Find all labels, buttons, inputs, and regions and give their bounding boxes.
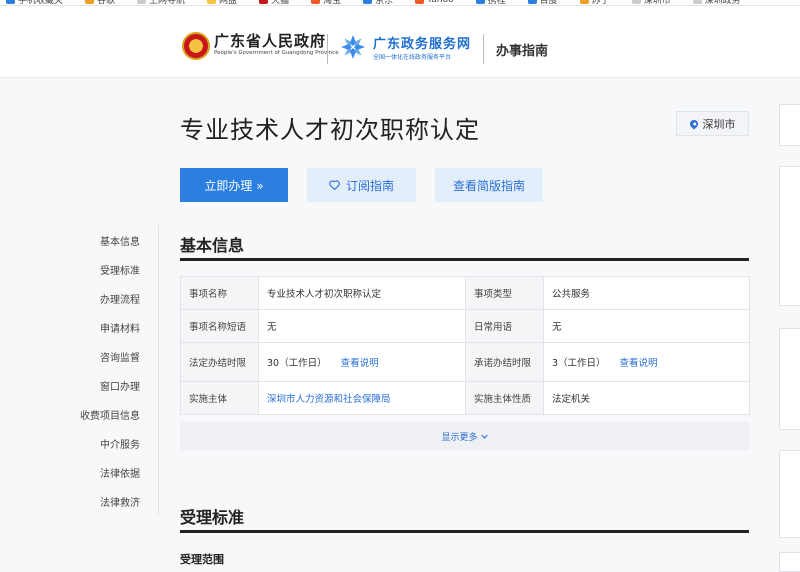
gov-name-en: People's Government of Guangdong Provinc… [214, 50, 339, 56]
show-more-button[interactable]: 显示更多 [180, 422, 749, 450]
brief-guide-label: 查看简版指南 [452, 178, 525, 193]
field-label: 承诺办结时限 [474, 358, 532, 369]
national-emblem-icon[interactable] [182, 32, 210, 60]
bookmark-item[interactable]: Yahoo [415, 0, 454, 5]
bookmark-icon [137, 0, 147, 4]
location-pin-icon [687, 117, 700, 130]
field-value: 法定机关 [552, 394, 591, 405]
field-label: 事项类型 [474, 289, 513, 300]
bookmark-icon [415, 0, 425, 4]
table-row: 法定办结时限 30（工作日） 查看说明 承诺办结时限 3（工作日） 查看说明 [180, 342, 750, 382]
side-nav-item[interactable]: 法律救济 [100, 494, 140, 509]
side-nav: 基本信息受理标准办理流程申请材料咨询监督窗口办理收费项目信息中介服务法律依据法律… [70, 225, 159, 515]
show-more-label: 显示更多 [441, 432, 478, 443]
acceptance-scope-title: 受理范围 [180, 553, 224, 566]
field-label: 实施主体 [189, 394, 228, 405]
side-nav-item[interactable]: 窗口办理 [100, 378, 140, 393]
section-title-acceptance: 受理标准 [180, 508, 245, 527]
field-value[interactable]: 深圳市人力资源和社会保障局 [267, 394, 391, 405]
field-label: 实施主体性质 [474, 394, 532, 405]
field-value: 无 [552, 322, 562, 333]
table-row: 事项名称 专业技术人才初次职称认定 事项类型 公共服务 [180, 276, 750, 310]
chevron-down-icon [480, 434, 488, 439]
heart-icon [329, 180, 340, 190]
field-value: 3（工作日） [552, 358, 606, 369]
bookmark-icon [475, 0, 485, 4]
subscribe-guide-label: 订阅指南 [345, 178, 394, 193]
side-nav-item[interactable]: 申请材料 [100, 320, 140, 335]
field-value: 30（工作日） [267, 358, 327, 369]
side-nav-item[interactable]: 收费项目信息 [80, 407, 140, 422]
page-title: 专业技术人才初次职称认定 [180, 116, 480, 144]
table-row: 事项名称短语 无 日常用语 无 [180, 309, 750, 343]
field-value: 公共服务 [552, 289, 591, 300]
field-label: 事项名称短语 [189, 322, 247, 333]
guide-title: 办事指南 [496, 44, 549, 59]
side-nav-item[interactable]: 中介服务 [100, 436, 140, 451]
side-nav-item[interactable]: 办理流程 [100, 291, 140, 306]
bookmark-icon [311, 0, 321, 4]
section-divider [180, 530, 749, 533]
section-title-basic-info: 基本信息 [180, 236, 245, 255]
field-value: 专业技术人才初次职称认定 [267, 289, 382, 300]
basic-info-table: 事项名称 专业技术人才初次职称认定 事项类型 公共服务事项名称短语 无 日常用语 无法定办结… [180, 276, 750, 415]
apply-now-button[interactable]: 立即办理 » [180, 168, 288, 202]
bookmark-icon [527, 0, 537, 4]
section-divider [180, 258, 749, 261]
site-header: 广东省人民政府 People's Government of Guangdong… [0, 6, 800, 78]
bookmark-icon [6, 0, 15, 4]
bookmark-icon [85, 0, 95, 4]
side-nav-item[interactable]: 受理标准 [100, 262, 140, 277]
service-logo-icon[interactable] [339, 33, 367, 61]
gov-name[interactable]: 广东省人民政府 [214, 30, 326, 51]
side-nav-item[interactable]: 咨询监督 [100, 349, 140, 364]
bookmark-label: Yahoo [427, 0, 454, 5]
table-row: 实施主体 深圳市人力资源和社会保障局 实施主体性质 法定机关 [180, 381, 750, 415]
side-nav-item[interactable]: 法律依据 [100, 465, 140, 480]
view-explanation-link[interactable]: 查看说明 [620, 358, 658, 369]
header-divider [483, 34, 484, 64]
subscribe-guide-button[interactable]: 订阅指南 [307, 168, 416, 202]
side-nav-item[interactable]: 基本信息 [100, 233, 140, 248]
city-selector[interactable]: 深圳市 [676, 111, 749, 136]
bookmark-icon [692, 0, 702, 4]
side-card[interactable] [779, 450, 800, 538]
field-label: 事项名称 [189, 289, 228, 300]
service-name[interactable]: 广东政务服务网 [373, 33, 471, 52]
city-label: 深圳市 [702, 117, 736, 131]
side-card[interactable] [779, 104, 800, 146]
apply-now-label: 立即办理 » [204, 178, 264, 193]
field-label: 日常用语 [474, 322, 513, 333]
bookmark-icon [363, 0, 373, 4]
view-explanation-link[interactable]: 查看说明 [341, 358, 379, 369]
bookmark-icon [259, 0, 269, 4]
header-divider [327, 34, 328, 64]
brief-guide-button[interactable]: 查看简版指南 [435, 168, 543, 202]
field-label: 法定办结时限 [189, 358, 247, 369]
side-card[interactable] [779, 552, 800, 572]
side-card[interactable] [779, 166, 800, 306]
field-value: 无 [267, 322, 277, 333]
bookmark-icon [207, 0, 217, 4]
side-card[interactable] [779, 328, 800, 430]
bookmark-icon [631, 0, 641, 4]
bookmark-icon [579, 0, 589, 4]
service-subtitle: 全国一体化在线政务服务平台 [373, 54, 452, 61]
